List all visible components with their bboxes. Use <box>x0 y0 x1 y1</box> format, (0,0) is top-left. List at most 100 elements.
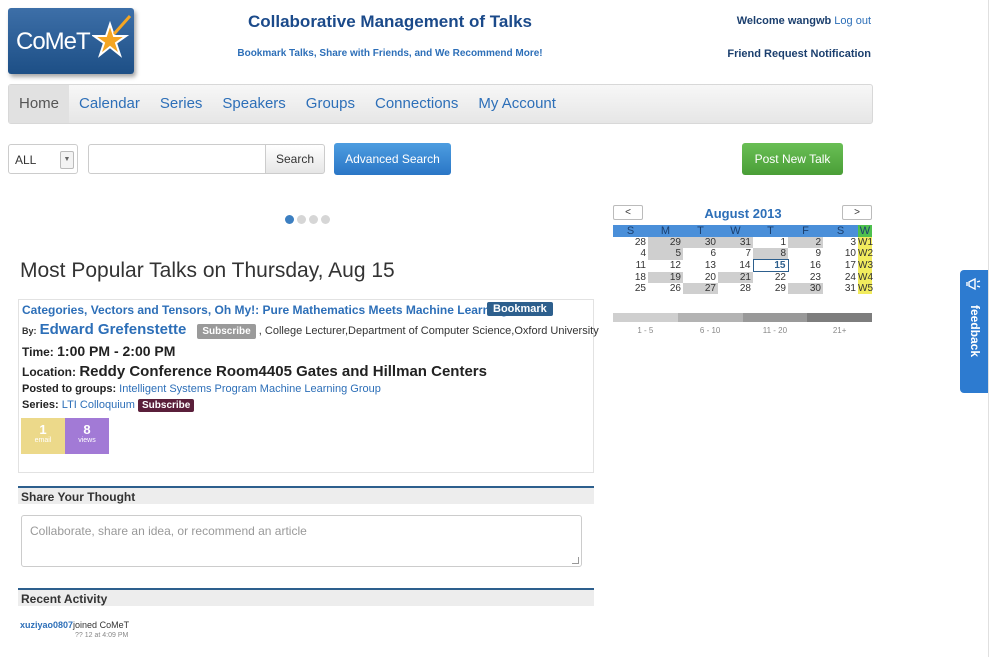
groups-link[interactable]: Intelligent Systems Program Machine Lear… <box>119 383 381 395</box>
calendar-day[interactable]: 5 <box>648 248 683 260</box>
calendar-legend <box>613 313 872 322</box>
views-count-badge: 8 views <box>65 418 109 454</box>
calendar-week-number[interactable]: W4 <box>858 271 873 283</box>
activity-time: ?? 12 at 4:09 PM <box>75 632 129 639</box>
calendar-day[interactable]: 20 <box>683 272 718 284</box>
search-input[interactable] <box>88 144 266 174</box>
calendar-next-button[interactable]: > <box>842 205 872 220</box>
calendar-prev-button[interactable]: < <box>613 205 643 220</box>
calendar-week-number[interactable]: W1 <box>858 237 873 248</box>
welcome-user: Welcome wangwb <box>736 15 832 27</box>
calendar-day[interactable]: 19 <box>648 271 683 283</box>
logout-link[interactable]: Log out <box>834 15 871 27</box>
email-label: email <box>34 437 52 444</box>
calendar-week-row: 4 5 6 7 8 9 10 W2 <box>613 248 873 260</box>
calendar-day[interactable]: 21 <box>718 271 753 283</box>
post-new-talk-button[interactable]: Post New Talk <box>742 143 843 175</box>
speaker-subscribe-button[interactable]: Subscribe <box>197 324 256 339</box>
calendar-day[interactable]: 28 <box>718 283 753 294</box>
calendar-day[interactable]: 26 <box>648 283 683 294</box>
talk-series: Series: LTI Colloquium Subscribe <box>22 399 195 412</box>
calendar-day[interactable]: 31 <box>823 283 858 294</box>
speaker-link[interactable]: Edward Grefenstette <box>40 321 187 338</box>
calendar-day[interactable]: 10 <box>823 248 858 260</box>
search-scope-select[interactable]: ALL ▼ <box>8 144 78 174</box>
calendar-day-today[interactable]: 15 <box>752 259 789 272</box>
day-header: S <box>823 225 858 237</box>
calendar-week-number[interactable]: W2 <box>858 248 873 260</box>
calendar-day[interactable]: 18 <box>613 272 648 284</box>
nav-series[interactable]: Series <box>150 85 213 123</box>
calendar-day[interactable]: 28 <box>613 237 648 248</box>
comet-logo[interactable]: CoMeT <box>8 8 134 74</box>
carousel-dot[interactable] <box>321 215 330 224</box>
calendar-day[interactable]: 14 <box>718 260 753 272</box>
talk-time: Time: 1:00 PM - 2:00 PM <box>22 343 175 359</box>
nav-speakers[interactable]: Speakers <box>212 85 295 123</box>
day-header: T <box>753 225 788 237</box>
calendar-day-header: S M T W T F S W <box>613 225 872 237</box>
email-count-badge[interactable]: 1 email <box>21 418 65 454</box>
calendar-day[interactable]: 12 <box>648 260 683 272</box>
legend-swatch <box>742 313 808 322</box>
calendar-day[interactable]: 8 <box>753 248 788 260</box>
calendar-day[interactable]: 3 <box>823 237 858 248</box>
calendar-week-number[interactable]: W3 <box>858 259 873 272</box>
bookmark-button[interactable]: Bookmark <box>487 302 553 316</box>
share-heading: Share Your Thought <box>18 486 594 504</box>
calendar-day[interactable]: 30 <box>788 283 823 294</box>
nav-connections[interactable]: Connections <box>365 85 468 123</box>
advanced-search-button[interactable]: Advanced Search <box>334 143 451 175</box>
nav-calendar[interactable]: Calendar <box>69 85 150 123</box>
by-label: By: <box>22 326 37 336</box>
star-icon <box>92 15 132 58</box>
calendar-day[interactable]: 17 <box>823 260 858 272</box>
carousel-dot[interactable] <box>285 215 294 224</box>
calendar-day[interactable]: 23 <box>788 272 823 284</box>
calendar-day[interactable]: 4 <box>613 248 648 260</box>
calendar-day[interactable]: 25 <box>613 283 648 294</box>
talk-card: Categories, Vectors and Tensors, Oh My!:… <box>18 299 599 473</box>
nav-my-account[interactable]: My Account <box>468 85 566 123</box>
calendar-grid: S M T W T F S W 28 29 30 31 1 2 3 W1 4 5… <box>613 225 873 294</box>
nav-groups[interactable]: Groups <box>296 85 365 123</box>
day-header: W <box>718 225 753 237</box>
search-button[interactable]: Search <box>265 144 325 174</box>
calendar-day[interactable]: 31 <box>718 237 753 248</box>
time-label: Time: <box>22 345 54 359</box>
feedback-tab[interactable]: feedback <box>960 270 989 393</box>
calendar-week-row: 18 19 20 21 22 23 24 W4 <box>613 271 873 284</box>
calendar-day[interactable]: 16 <box>788 260 823 272</box>
series-label: Series: <box>22 399 59 411</box>
series-subscribe-button[interactable]: Subscribe <box>138 399 195 412</box>
nav-home[interactable]: Home <box>9 85 70 123</box>
day-header: S <box>613 225 648 237</box>
calendar-day[interactable]: 7 <box>718 248 753 260</box>
activity-user-link[interactable]: xuziyao0807 <box>20 620 73 630</box>
calendar-day[interactable]: 1 <box>753 237 788 248</box>
calendar-day[interactable]: 24 <box>823 272 858 284</box>
calendar-week-number[interactable]: W5 <box>858 283 873 294</box>
location-label: Location: <box>22 365 76 379</box>
calendar-day[interactable]: 29 <box>753 283 788 294</box>
calendar-day[interactable]: 13 <box>683 260 718 272</box>
calendar-day[interactable]: 2 <box>788 237 823 248</box>
legend-label: 11 - 20 <box>762 326 788 335</box>
talk-title-link[interactable]: Categories, Vectors and Tensors, Oh My!:… <box>22 303 508 317</box>
calendar-day[interactable]: 27 <box>683 283 718 294</box>
calendar-day[interactable]: 6 <box>683 248 718 260</box>
carousel-dot[interactable] <box>297 215 306 224</box>
calendar-day[interactable]: 9 <box>788 248 823 260</box>
calendar-day[interactable]: 11 <box>613 260 648 272</box>
calendar-week-row: 28 29 30 31 1 2 3 W1 <box>613 237 873 248</box>
resize-handle[interactable] <box>572 557 579 564</box>
calendar-day[interactable]: 30 <box>683 237 718 248</box>
series-link[interactable]: LTI Colloquium <box>62 399 135 411</box>
friend-request-link[interactable]: Friend Request Notification <box>727 48 871 60</box>
calendar-day[interactable]: 29 <box>648 237 683 248</box>
share-textarea[interactable]: Collaborate, share an idea, or recommend… <box>21 515 582 567</box>
chevron-down-icon: ▼ <box>60 151 74 169</box>
carousel-dot[interactable] <box>309 215 318 224</box>
calendar-day[interactable]: 22 <box>753 272 788 284</box>
welcome-text: Welcome wangwb Log out <box>737 15 871 27</box>
